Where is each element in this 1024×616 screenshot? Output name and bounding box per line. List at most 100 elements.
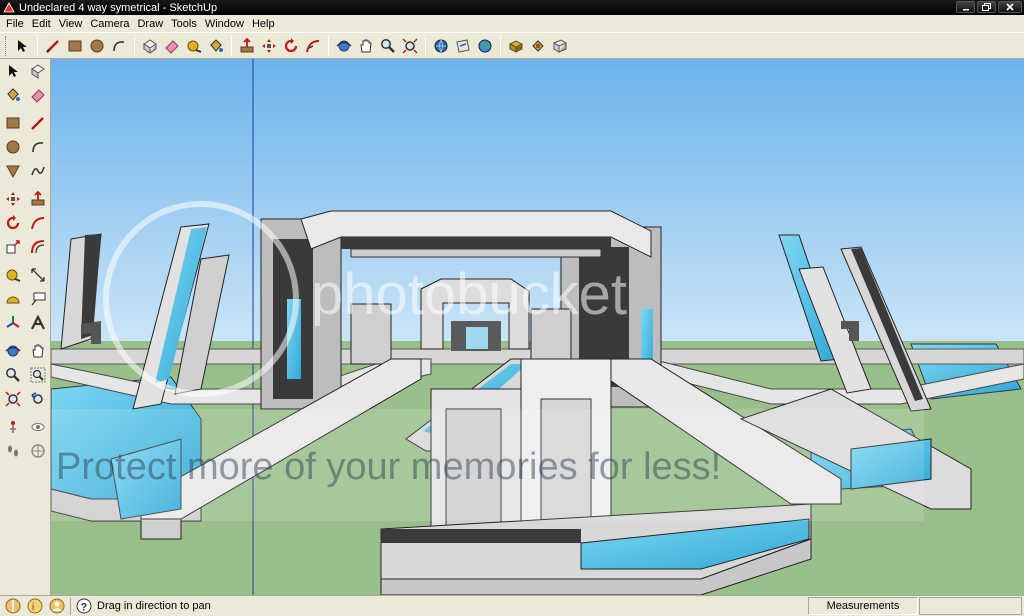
select-icon: [9, 65, 18, 77]
materials-tool[interactable]: [527, 35, 549, 57]
paint-bucket-tool[interactable]: [205, 35, 227, 57]
line-tool[interactable]: [42, 35, 64, 57]
rotate-tool[interactable]: [280, 35, 302, 57]
pan-icon: [32, 344, 44, 358]
sketchup-logo-icon: [3, 1, 15, 12]
menu-tools[interactable]: Tools: [167, 18, 201, 30]
paint-bucket-tool[interactable]: [1, 83, 25, 107]
pan-tool[interactable]: [355, 35, 377, 57]
toolbar-separator: [134, 35, 135, 56]
rectangle-tool[interactable]: [1, 111, 25, 135]
model-scene: photobucket Protect more of your memorie…: [51, 59, 1024, 595]
line-tool[interactable]: [26, 111, 50, 135]
arc-tool[interactable]: [26, 135, 50, 159]
pan-tool[interactable]: [26, 339, 50, 363]
follow-me-icon: [306, 39, 320, 52]
menu-help[interactable]: Help: [248, 18, 279, 30]
freehand-tool[interactable]: [26, 159, 50, 183]
walk-icon: [8, 445, 18, 457]
get-models-tool[interactable]: [430, 35, 452, 57]
orbit-tool[interactable]: [1, 339, 25, 363]
move-icon: [6, 192, 20, 206]
toolbar-separator: [425, 35, 426, 56]
help-icon[interactable]: ?: [75, 597, 93, 615]
3d-text-tool[interactable]: [26, 311, 50, 335]
orbit-tool[interactable]: [333, 35, 355, 57]
move-tool[interactable]: [1, 187, 25, 211]
eraser-tool[interactable]: [26, 83, 50, 107]
credits-icon[interactable]: i: [26, 597, 44, 615]
select-tool[interactable]: [11, 35, 33, 57]
look-around-tool[interactable]: [26, 415, 50, 439]
circle-tool[interactable]: [86, 35, 108, 57]
rotate-icon: [6, 215, 20, 230]
rectangle-tool[interactable]: [64, 35, 86, 57]
move-tool[interactable]: [258, 35, 280, 57]
title-bar: Undeclared 4 way symetrical - SketchUp: [0, 0, 1024, 15]
large-tool-set-toolbar: [0, 59, 51, 595]
tape-measure-tool[interactable]: [1, 263, 25, 287]
scale-tool[interactable]: [1, 235, 25, 259]
restore-button[interactable]: [977, 1, 996, 13]
zoom-extents-tool[interactable]: [1, 387, 25, 411]
zoom-tool[interactable]: [1, 363, 25, 387]
zoom-window-tool[interactable]: [26, 363, 50, 387]
components-tool[interactable]: [505, 35, 527, 57]
circle-icon: [90, 39, 104, 52]
menu-file[interactable]: File: [2, 18, 28, 30]
status-hint: Drag in direction to pan: [97, 600, 211, 612]
toolbar-separator: [328, 35, 329, 56]
position-camera-tool[interactable]: [1, 415, 25, 439]
close-button[interactable]: [998, 1, 1022, 13]
axes-tool[interactable]: [1, 311, 25, 335]
arc-tool[interactable]: [108, 35, 130, 57]
section-plane-tool[interactable]: [26, 439, 50, 463]
zoom-extents-tool[interactable]: [399, 35, 421, 57]
dimension-tool[interactable]: [26, 263, 50, 287]
text-tool[interactable]: [26, 287, 50, 311]
push-pull-tool[interactable]: [236, 35, 258, 57]
rectangle-icon: [6, 117, 20, 129]
share-model-tool[interactable]: [452, 35, 474, 57]
menu-camera[interactable]: Camera: [86, 18, 133, 30]
zoom-extents-icon: [402, 37, 418, 54]
model-viewport[interactable]: photobucket Protect more of your memorie…: [51, 59, 1024, 595]
menu-window[interactable]: Window: [201, 18, 248, 30]
minimize-button[interactable]: [956, 1, 975, 13]
select-icon: [18, 39, 27, 52]
line-icon: [31, 117, 44, 130]
make-component-tool[interactable]: [26, 59, 50, 83]
pan-icon: [360, 39, 372, 52]
measurements-input[interactable]: [919, 597, 1022, 615]
make-component-tool[interactable]: [139, 35, 161, 57]
tape-measure-tool[interactable]: [183, 35, 205, 57]
eraser-tool[interactable]: [161, 35, 183, 57]
zoom-tool[interactable]: [377, 35, 399, 57]
styles-tool[interactable]: [549, 35, 571, 57]
sketchup-window: Undeclared 4 way symetrical - SketchUp F…: [0, 0, 1024, 616]
menu-draw[interactable]: Draw: [133, 18, 167, 30]
menu-edit[interactable]: Edit: [28, 18, 55, 30]
select-tool[interactable]: [1, 59, 25, 83]
circle-tool[interactable]: [1, 135, 25, 159]
get-models-icon: [434, 39, 448, 52]
previous-view-tool[interactable]: [26, 387, 50, 411]
rotate-tool[interactable]: [1, 211, 25, 235]
polygon-tool[interactable]: [1, 159, 25, 183]
geo-location-icon[interactable]: [4, 597, 22, 615]
line-icon: [46, 39, 59, 53]
follow-me-tool[interactable]: [302, 35, 324, 57]
user-icon[interactable]: [48, 597, 66, 615]
menu-view[interactable]: View: [55, 18, 87, 30]
protractor-tool[interactable]: [1, 287, 25, 311]
offset-tool[interactable]: [26, 235, 50, 259]
eraser-icon: [31, 89, 45, 103]
google-earth-tool[interactable]: [474, 35, 496, 57]
toolbar-grip[interactable]: [5, 35, 8, 56]
follow-me-tool[interactable]: [26, 211, 50, 235]
zoom-icon: [6, 368, 20, 382]
push-pull-tool[interactable]: [26, 187, 50, 211]
watermark-text: Protect more of your memories for less!: [56, 446, 721, 488]
walk-tool[interactable]: [1, 439, 25, 463]
share-model-icon: [456, 38, 470, 53]
